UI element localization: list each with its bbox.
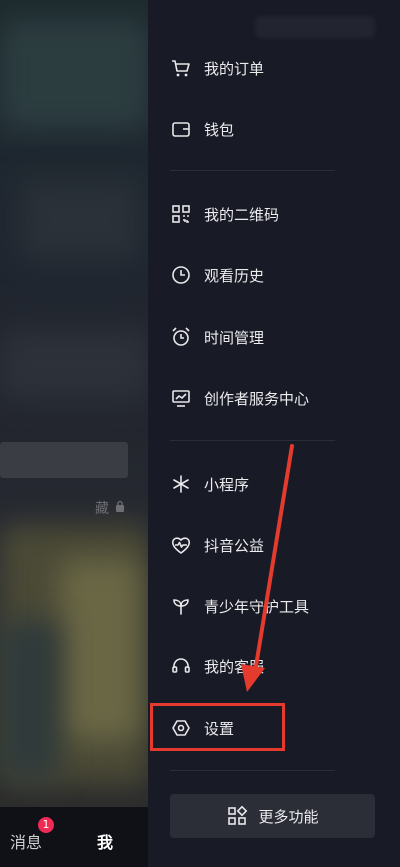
menu-item-charity[interactable]: 抖音公益 [160, 525, 360, 565]
menu-item-mini-programs[interactable]: 小程序 [160, 464, 360, 504]
menu-item-label: 创作者服务中心 [204, 389, 310, 408]
lock-icon [116, 500, 124, 512]
drawer-header-blur [255, 16, 375, 38]
settings-highlight-box [150, 703, 285, 751]
more-functions-button[interactable]: 更多功能 [170, 794, 375, 838]
menu-divider [170, 170, 335, 171]
menu-item-creator-center[interactable]: 创作者服务中心 [160, 378, 360, 418]
menu-item-label: 观看历史 [204, 266, 265, 285]
menu-item-label: 时间管理 [204, 328, 265, 347]
clock-icon [170, 264, 192, 286]
menu-divider [170, 770, 335, 771]
alarm-icon [170, 326, 192, 348]
headset-icon [170, 655, 192, 677]
menu-item-label: 我的客服 [204, 657, 265, 676]
messages-badge: 1 [38, 817, 54, 833]
menu-item-youth-protection[interactable]: 青少年守护工具 [160, 586, 360, 626]
menu-divider [170, 440, 335, 441]
tab-messages[interactable]: 消息 [10, 829, 42, 853]
menu-item-orders[interactable]: 我的订单 [160, 48, 360, 88]
grid-icon [226, 805, 248, 827]
menu-item-history[interactable]: 观看历史 [160, 255, 360, 295]
asterisk-icon [170, 473, 192, 495]
menu-item-label: 我的二维码 [204, 205, 280, 224]
tab-me[interactable]: 我 [97, 829, 113, 853]
menu-item-customer-service[interactable]: 我的客服 [160, 646, 360, 686]
qrcode-icon [170, 203, 192, 225]
menu-item-label: 小程序 [204, 475, 250, 494]
blurred-profile-background [0, 0, 160, 867]
collect-tab-label: 藏 [95, 501, 109, 517]
menu-item-time-management[interactable]: 时间管理 [160, 317, 360, 357]
menu-item-label: 我的订单 [204, 59, 265, 78]
sprout-icon [170, 595, 192, 617]
blurred-input-box [0, 442, 128, 478]
more-functions-label: 更多功能 [258, 807, 319, 826]
heart-pulse-icon [170, 534, 192, 556]
menu-item-label: 钱包 [204, 120, 235, 139]
menu-item-wallet[interactable]: 钱包 [160, 109, 360, 149]
menu-item-label: 青少年守护工具 [204, 597, 310, 616]
monitor-chart-icon [170, 387, 192, 409]
wallet-icon [170, 118, 192, 140]
menu-item-label: 抖音公益 [204, 536, 265, 555]
menu-item-qrcode[interactable]: 我的二维码 [160, 194, 360, 234]
cart-icon [170, 57, 192, 79]
